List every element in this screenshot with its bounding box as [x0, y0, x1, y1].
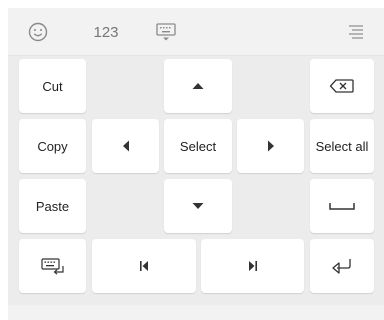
switch-keyboard-key[interactable]: [19, 239, 86, 293]
copy-key[interactable]: Copy: [19, 119, 86, 173]
arrow-left-icon: [122, 140, 129, 152]
keyboard-hide-button[interactable]: [148, 8, 184, 56]
paste-key-label: Paste: [35, 198, 70, 214]
copy-key-label: Copy: [37, 138, 68, 154]
paste-key[interactable]: Paste: [19, 179, 86, 233]
select-key[interactable]: Select: [164, 119, 232, 173]
keyboard-bottom-strip: [8, 305, 384, 320]
enter-key[interactable]: [310, 239, 374, 293]
skip-to-end-icon: [248, 261, 257, 271]
space-icon: [329, 203, 355, 210]
arrow-right-icon: [267, 140, 274, 152]
arrow-up-icon: [192, 83, 204, 89]
edit-keyboard-panel: 123 Cut Copy Select Select all Paste: [8, 8, 384, 320]
emoji-icon: [28, 22, 48, 42]
menu-button[interactable]: [338, 8, 374, 56]
keyboard-toolbar: 123: [8, 8, 384, 56]
numbers-button[interactable]: 123: [84, 8, 128, 56]
cursor-up-key[interactable]: [164, 59, 232, 113]
select-all-key-label: Select all: [315, 138, 369, 154]
keyboard-hide-icon: [156, 23, 176, 41]
keyboard-return-icon: [40, 258, 64, 275]
backspace-icon: [329, 79, 354, 93]
cut-key[interactable]: Cut: [19, 59, 86, 113]
jump-to-start-key[interactable]: [92, 239, 196, 293]
skip-to-start-icon: [140, 261, 148, 271]
backspace-key[interactable]: [310, 59, 374, 113]
numbers-label: 123: [93, 23, 119, 41]
select-all-key[interactable]: Select all: [310, 119, 374, 173]
cursor-right-key[interactable]: [237, 119, 304, 173]
cursor-down-key[interactable]: [164, 179, 232, 233]
cursor-left-key[interactable]: [92, 119, 159, 173]
select-key-label: Select: [179, 138, 217, 154]
space-key[interactable]: [310, 179, 374, 233]
emoji-button[interactable]: [20, 8, 56, 56]
arrow-down-icon: [192, 203, 204, 209]
jump-to-end-key[interactable]: [201, 239, 304, 293]
enter-icon: [332, 259, 351, 274]
cut-key-label: Cut: [42, 78, 63, 94]
menu-icon: [349, 25, 363, 39]
